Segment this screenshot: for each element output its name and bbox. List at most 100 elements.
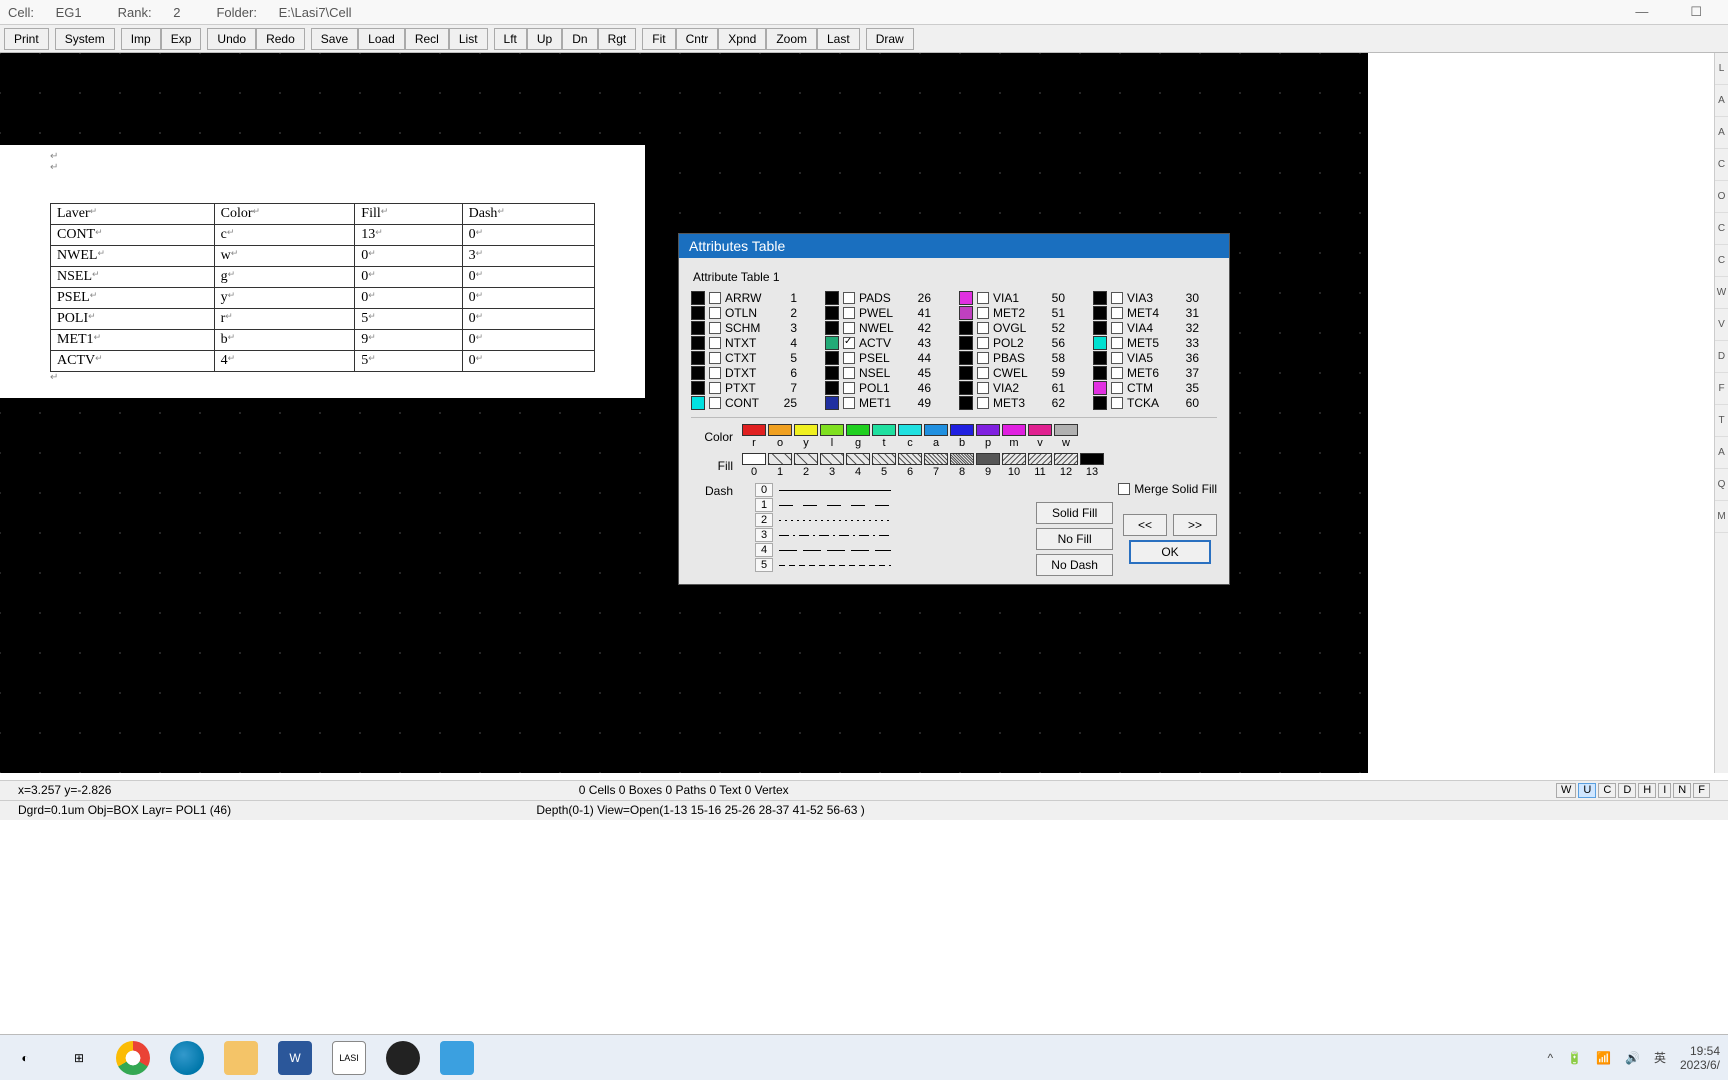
color-swatch-m[interactable]: m (1001, 424, 1027, 449)
redo-button[interactable]: Redo (256, 28, 305, 50)
no-dash-button[interactable]: No Dash (1036, 554, 1113, 576)
list-button[interactable]: List (449, 28, 488, 50)
side-button-a[interactable]: A (1715, 437, 1728, 469)
side-button-m[interactable]: M (1715, 501, 1728, 533)
side-button-q[interactable]: Q (1715, 469, 1728, 501)
fill-swatch-5[interactable]: 5 (871, 453, 897, 478)
dash-option-0[interactable]: 0 (755, 483, 891, 497)
fill-swatch-1[interactable]: 1 (767, 453, 793, 478)
undo-button[interactable]: Undo (207, 28, 256, 50)
attr-item-psel[interactable]: PSEL 44 (825, 351, 949, 365)
chrome-icon[interactable] (116, 1041, 150, 1075)
color-swatch-p[interactable]: p (975, 424, 1001, 449)
attr-item-pbas[interactable]: PBAS 58 (959, 351, 1083, 365)
checkbox-icon[interactable] (843, 382, 855, 394)
attr-item-arrw[interactable]: ARRW 1 (691, 291, 815, 305)
prev-button[interactable]: << (1123, 514, 1167, 536)
wifi-icon[interactable]: 📶 (1596, 1051, 1611, 1065)
checkbox-icon[interactable] (1118, 483, 1130, 495)
taskbar[interactable]: ◐ ⊞ W LASI ^ 🔋 📶 🔊 英 19:54 2023/6/ (0, 1034, 1728, 1080)
dash-option-3[interactable]: 3 (755, 528, 891, 542)
attr-item-via2[interactable]: VIA2 61 (959, 381, 1083, 395)
color-swatch-t[interactable]: t (871, 424, 897, 449)
checkbox-icon[interactable] (709, 337, 721, 349)
checkbox-icon[interactable] (977, 382, 989, 394)
checkbox-icon[interactable] (977, 397, 989, 409)
side-button-a[interactable]: A (1715, 117, 1728, 149)
checkbox-icon[interactable] (977, 352, 989, 364)
attr-item-met5[interactable]: MET5 33 (1093, 336, 1217, 350)
checkbox-icon[interactable] (977, 307, 989, 319)
ok-button[interactable]: OK (1129, 540, 1210, 564)
imp-button[interactable]: Imp (121, 28, 161, 50)
attr-item-actv[interactable]: ACTV 43 (825, 336, 949, 350)
merge-solid-fill-checkbox[interactable]: Merge Solid Fill (1118, 482, 1217, 496)
attributes-dialog[interactable]: Attributes Table Attribute Table 1 ARRW … (678, 233, 1230, 585)
up-button[interactable]: Up (527, 28, 562, 50)
checkbox-icon[interactable] (709, 292, 721, 304)
fill-swatch-2[interactable]: 2 (793, 453, 819, 478)
attr-item-schm[interactable]: SCHM 3 (691, 321, 815, 335)
key-indicator-i[interactable]: I (1658, 783, 1671, 798)
side-button-d[interactable]: D (1715, 341, 1728, 373)
word-icon[interactable]: W (278, 1041, 312, 1075)
load-button[interactable]: Load (358, 28, 405, 50)
checkbox-icon[interactable] (1111, 337, 1123, 349)
side-button-c[interactable]: C (1715, 245, 1728, 277)
side-button-o[interactable]: O (1715, 181, 1728, 213)
system-button[interactable]: System (55, 28, 115, 50)
color-swatch-y[interactable]: y (793, 424, 819, 449)
rgt-button[interactable]: Rgt (598, 28, 637, 50)
color-swatch-o[interactable]: o (767, 424, 793, 449)
system-tray[interactable]: ^ 🔋 📶 🔊 英 19:54 2023/6/ (1547, 1044, 1720, 1072)
start-icon[interactable]: ◐ (8, 1041, 42, 1075)
attr-item-via5[interactable]: VIA5 36 (1093, 351, 1217, 365)
attr-item-dtxt[interactable]: DTXT 6 (691, 366, 815, 380)
checkbox-icon[interactable] (843, 337, 855, 349)
fill-swatch-4[interactable]: 4 (845, 453, 871, 478)
side-button-f[interactable]: F (1715, 373, 1728, 405)
attr-item-ctm[interactable]: CTM 35 (1093, 381, 1217, 395)
attr-item-pol1[interactable]: POL1 46 (825, 381, 949, 395)
lasi-icon[interactable]: LASI (332, 1041, 366, 1075)
checkbox-icon[interactable] (843, 352, 855, 364)
checkbox-icon[interactable] (977, 292, 989, 304)
checkbox-icon[interactable] (709, 307, 721, 319)
app-icon[interactable] (440, 1041, 474, 1075)
dialog-title[interactable]: Attributes Table (679, 234, 1229, 258)
dash-option-5[interactable]: 5 (755, 558, 891, 572)
attr-item-ntxt[interactable]: NTXT 4 (691, 336, 815, 350)
checkbox-icon[interactable] (1111, 307, 1123, 319)
color-swatch-a[interactable]: a (923, 424, 949, 449)
fill-swatch-12[interactable]: 12 (1053, 453, 1079, 478)
attr-item-nsel[interactable]: NSEL 45 (825, 366, 949, 380)
fill-swatch-13[interactable]: 13 (1079, 453, 1105, 478)
color-swatch-b[interactable]: b (949, 424, 975, 449)
attr-item-met1[interactable]: MET1 49 (825, 396, 949, 410)
checkbox-icon[interactable] (1111, 397, 1123, 409)
checkbox-icon[interactable] (709, 367, 721, 379)
checkbox-icon[interactable] (1111, 382, 1123, 394)
checkbox-icon[interactable] (977, 322, 989, 334)
side-button-t[interactable]: T (1715, 405, 1728, 437)
edge-icon[interactable] (170, 1041, 204, 1075)
checkbox-icon[interactable] (843, 322, 855, 334)
checkbox-icon[interactable] (843, 307, 855, 319)
side-button-c[interactable]: C (1715, 149, 1728, 181)
dn-button[interactable]: Dn (562, 28, 597, 50)
fill-swatch-10[interactable]: 10 (1001, 453, 1027, 478)
color-swatch-l[interactable]: l (819, 424, 845, 449)
attr-item-ptxt[interactable]: PTXT 7 (691, 381, 815, 395)
attr-item-pads[interactable]: PADS 26 (825, 291, 949, 305)
key-indicator-n[interactable]: N (1673, 783, 1691, 798)
obs-icon[interactable] (386, 1041, 420, 1075)
fill-swatch-3[interactable]: 3 (819, 453, 845, 478)
color-swatch-r[interactable]: r (741, 424, 767, 449)
attr-item-met3[interactable]: MET3 62 (959, 396, 1083, 410)
draw-button[interactable]: Draw (866, 28, 914, 50)
fill-swatch-11[interactable]: 11 (1027, 453, 1053, 478)
side-button-c[interactable]: C (1715, 213, 1728, 245)
maximize-icon[interactable]: ☐ (1690, 4, 1702, 20)
attr-item-nwel[interactable]: NWEL 42 (825, 321, 949, 335)
volume-icon[interactable]: 🔊 (1625, 1051, 1640, 1065)
